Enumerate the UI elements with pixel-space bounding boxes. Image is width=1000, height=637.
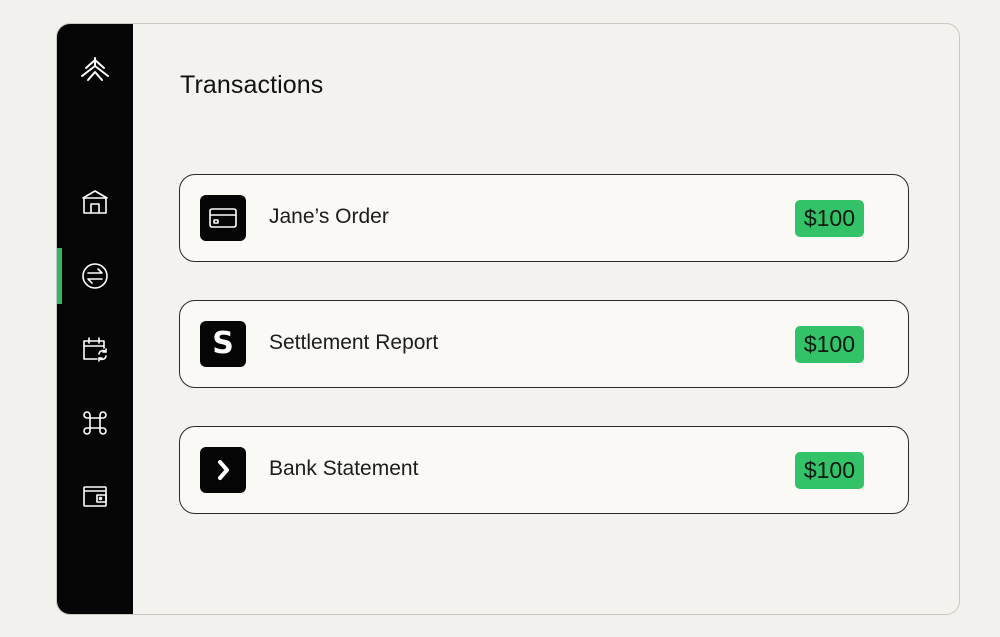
transaction-label: Settlement Report [269, 331, 439, 354]
transfer-icon [82, 263, 108, 289]
transaction-list: Jane’s Order $100 S Settlement Report $1… [179, 174, 909, 552]
main-content: Transactions Jane’s Order $100 S Settlem [133, 24, 959, 614]
s-logo-icon: S [200, 321, 246, 367]
bank-icon [82, 190, 108, 214]
transaction-label: Bank Statement [269, 457, 419, 480]
brand-logo-icon [81, 57, 109, 81]
sidebar-item-schedule[interactable] [57, 321, 133, 377]
app-window: Transactions Jane’s Order $100 S Settlem [56, 23, 960, 615]
transaction-row[interactable]: Jane’s Order $100 [179, 174, 909, 262]
amount-badge: $100 [794, 326, 864, 363]
sidebar [57, 24, 133, 614]
sidebar-item-bank[interactable] [57, 174, 133, 230]
transaction-label: Jane’s Order [269, 205, 389, 228]
credit-card-icon [200, 195, 246, 241]
amount-badge: $100 [794, 200, 864, 237]
transaction-row[interactable]: S Settlement Report $100 [179, 300, 909, 388]
calendar-sync-icon [83, 337, 107, 362]
page-title: Transactions [180, 71, 324, 99]
command-icon [83, 411, 107, 435]
s-logo-letter: S [212, 326, 234, 361]
chevron-right-icon [200, 447, 246, 493]
transaction-row[interactable]: Bank Statement $100 [179, 426, 909, 514]
sidebar-item-wallet[interactable] [57, 468, 133, 524]
wallet-icon [83, 486, 107, 507]
amount-badge: $100 [794, 452, 864, 489]
sidebar-item-integrations[interactable] [57, 395, 133, 451]
sidebar-item-transactions[interactable] [57, 248, 133, 304]
